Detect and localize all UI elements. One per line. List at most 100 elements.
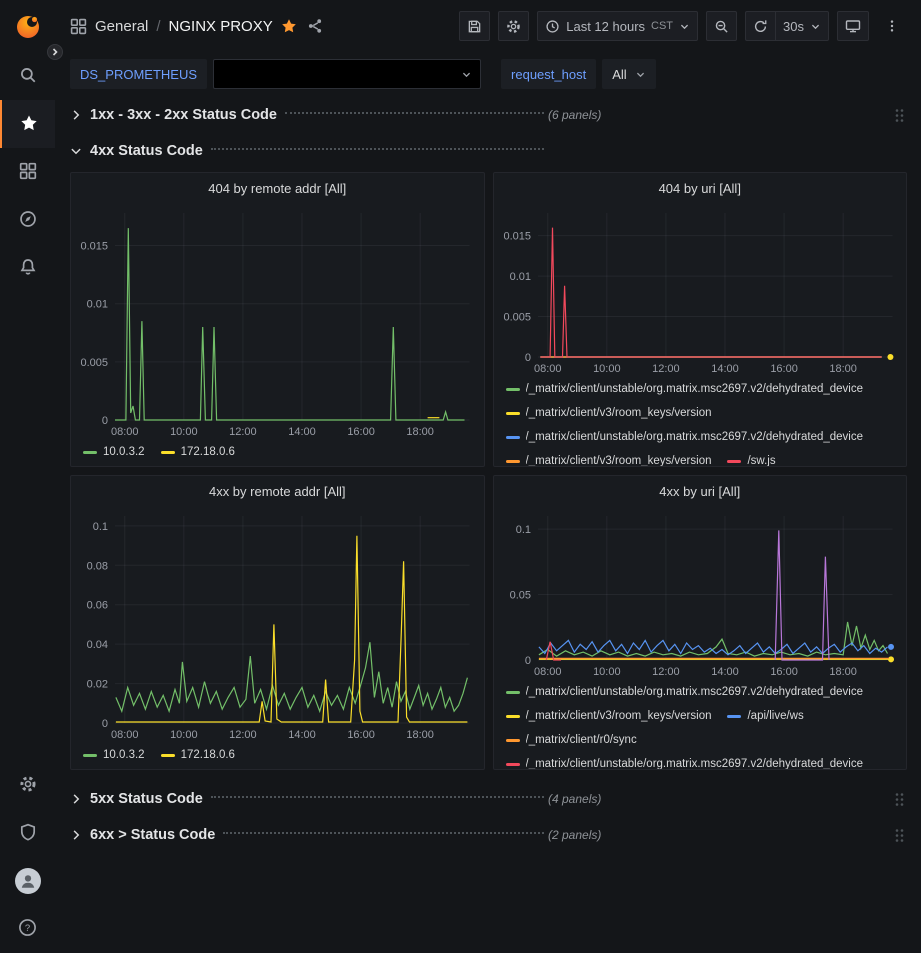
sidebar-item-alerting[interactable] bbox=[0, 244, 55, 292]
variable-request-host-value-dropdown[interactable]: All bbox=[602, 59, 655, 89]
svg-text:0.005: 0.005 bbox=[503, 312, 531, 324]
svg-text:0.015: 0.015 bbox=[503, 231, 531, 243]
legend-item[interactable]: /_matrix/client/v3/room_keys/version bbox=[506, 710, 712, 722]
legend-row: 10.0.3.2 172.18.0.6 bbox=[83, 440, 476, 464]
sidebar-expand-button[interactable] bbox=[47, 44, 63, 60]
star-icon bbox=[20, 114, 38, 135]
row-panel-count: (6 panels) bbox=[548, 108, 601, 122]
topbar-actions: Last 12 hours CST 30s bbox=[459, 11, 907, 41]
refresh-interval-picker[interactable]: 30s bbox=[775, 11, 829, 41]
legend-item[interactable]: /sw.js bbox=[727, 455, 775, 466]
legend-swatch bbox=[506, 763, 520, 766]
svg-text:14:00: 14:00 bbox=[288, 426, 316, 438]
save-dashboard-button[interactable] bbox=[459, 11, 490, 41]
breadcrumb-section[interactable]: General bbox=[95, 18, 148, 35]
clock-icon bbox=[545, 19, 560, 34]
breadcrumb-dashboard[interactable]: NGINX PROXY bbox=[169, 18, 273, 35]
panel-title[interactable]: 4xx by remote addr [All] bbox=[71, 476, 484, 506]
legend-item[interactable]: /_matrix/client/r0/sync bbox=[506, 734, 637, 746]
svg-text:08:00: 08:00 bbox=[111, 729, 139, 741]
legend-label: /_matrix/client/unstable/org.matrix.msc2… bbox=[526, 758, 864, 769]
svg-text:0.04: 0.04 bbox=[87, 639, 108, 651]
legend-item[interactable]: /api/live/ws bbox=[727, 710, 803, 722]
row-header-5xx[interactable]: 5xx Status Code (4 panels) bbox=[70, 784, 907, 814]
legend-label: /sw.js bbox=[747, 455, 775, 466]
svg-text:16:00: 16:00 bbox=[770, 666, 798, 678]
legend-item[interactable]: 10.0.3.2 bbox=[83, 446, 145, 458]
sidebar-item-help[interactable]: ? bbox=[0, 905, 55, 953]
legend-row: 10.0.3.2 172.18.0.6 bbox=[83, 743, 476, 767]
panel-chart[interactable]: 08:0010:0012:0014:0016:0018:0000.050.1 bbox=[494, 506, 907, 680]
grafana-logo[interactable] bbox=[0, 0, 55, 52]
sidebar-item-dashboards[interactable] bbox=[0, 148, 55, 196]
svg-text:0.06: 0.06 bbox=[87, 600, 108, 612]
drag-handle-icon[interactable] bbox=[891, 789, 907, 810]
panel-chart[interactable]: 08:0010:0012:0014:0016:0018:0000.0050.01… bbox=[494, 203, 907, 377]
panel-chart[interactable]: 08:0010:0012:0014:0016:0018:0000.0050.01… bbox=[71, 203, 484, 440]
kebab-menu-button[interactable] bbox=[877, 11, 907, 41]
svg-text:16:00: 16:00 bbox=[770, 363, 798, 375]
svg-text:0.1: 0.1 bbox=[93, 521, 108, 533]
dashboard-content: 1xx - 3xx - 2xx Status Code (6 panels) 4… bbox=[55, 96, 921, 953]
legend-row: /_matrix/client/v3/room_keys/version/sw.… bbox=[506, 449, 899, 466]
caret-down-icon bbox=[635, 69, 646, 80]
dashboard-settings-button[interactable] bbox=[498, 11, 529, 41]
legend-row: /_matrix/client/v3/room_keys/version bbox=[506, 401, 899, 425]
row-title: 4xx Status Code bbox=[90, 143, 203, 159]
legend-item[interactable]: /_matrix/client/v3/room_keys/version bbox=[506, 455, 712, 466]
dashboards-icon bbox=[19, 162, 37, 183]
share-icon[interactable] bbox=[307, 18, 323, 34]
svg-text:10:00: 10:00 bbox=[170, 729, 198, 741]
sidebar-item-search[interactable] bbox=[0, 52, 55, 100]
legend-item[interactable]: /_matrix/client/unstable/org.matrix.msc2… bbox=[506, 431, 864, 443]
legend-item[interactable]: /_matrix/client/unstable/org.matrix.msc2… bbox=[506, 758, 864, 769]
zoom-out-button[interactable] bbox=[706, 11, 737, 41]
svg-text:14:00: 14:00 bbox=[711, 363, 739, 375]
row-title: 1xx - 3xx - 2xx Status Code bbox=[90, 107, 277, 123]
panel-4xx-by-remote-addr: 4xx by remote addr [All] 08:0010:0012:00… bbox=[70, 475, 485, 770]
drag-handle-icon[interactable] bbox=[891, 825, 907, 846]
legend-swatch bbox=[727, 715, 741, 718]
breadcrumb-separator: / bbox=[156, 18, 160, 35]
legend-item[interactable]: 172.18.0.6 bbox=[161, 446, 235, 458]
legend-item[interactable]: 172.18.0.6 bbox=[161, 749, 235, 761]
legend-row: /_matrix/client/r0/sync bbox=[506, 728, 899, 752]
sidebar-item-profile[interactable] bbox=[0, 857, 55, 905]
legend-item[interactable]: /_matrix/client/v3/room_keys/version bbox=[506, 407, 712, 419]
panel-title[interactable]: 404 by remote addr [All] bbox=[71, 173, 484, 203]
dashboard-star-icon[interactable] bbox=[281, 18, 297, 34]
timezone-label: CST bbox=[651, 20, 673, 32]
refresh-button[interactable] bbox=[745, 11, 775, 41]
refresh-interval-label: 30s bbox=[783, 19, 804, 34]
legend-swatch bbox=[506, 715, 520, 718]
sidebar-item-explore[interactable] bbox=[0, 196, 55, 244]
row-header-4xx[interactable]: 4xx Status Code bbox=[70, 136, 907, 166]
variable-datasource-value-dropdown[interactable] bbox=[213, 59, 481, 89]
legend-item[interactable]: 10.0.3.2 bbox=[83, 749, 145, 761]
panel-title[interactable]: 4xx by uri [All] bbox=[494, 476, 907, 506]
server-admin-shield-icon bbox=[19, 823, 37, 844]
explore-compass-icon bbox=[19, 210, 37, 231]
tv-mode-button[interactable] bbox=[837, 11, 869, 41]
legend-swatch bbox=[506, 739, 520, 742]
time-range-picker[interactable]: Last 12 hours CST bbox=[537, 11, 698, 41]
sidebar-item-starred[interactable] bbox=[0, 100, 55, 148]
svg-text:18:00: 18:00 bbox=[829, 666, 857, 678]
sidebar-item-server-admin[interactable] bbox=[0, 809, 55, 857]
svg-text:18:00: 18:00 bbox=[406, 426, 434, 438]
legend-label: /_matrix/client/v3/room_keys/version bbox=[526, 455, 712, 466]
sidebar-item-configuration[interactable] bbox=[0, 761, 55, 809]
drag-handle-icon[interactable] bbox=[891, 105, 907, 126]
panel-chart[interactable]: 08:0010:0012:0014:0016:0018:0000.020.040… bbox=[71, 506, 484, 743]
row-header-1xx[interactable]: 1xx - 3xx - 2xx Status Code (6 panels) bbox=[70, 100, 907, 130]
svg-text:0: 0 bbox=[524, 352, 530, 364]
apps-grid-icon bbox=[70, 18, 87, 35]
legend-item[interactable]: /_matrix/client/unstable/org.matrix.msc2… bbox=[506, 686, 864, 698]
row-header-6xx[interactable]: 6xx > Status Code (2 panels) bbox=[70, 820, 907, 850]
legend-label: /_matrix/client/unstable/org.matrix.msc2… bbox=[526, 686, 864, 698]
time-range-label: Last 12 hours bbox=[566, 19, 645, 34]
panel-title[interactable]: 404 by uri [All] bbox=[494, 173, 907, 203]
row-dots bbox=[211, 796, 544, 798]
legend-item[interactable]: /_matrix/client/unstable/org.matrix.msc2… bbox=[506, 383, 864, 395]
panel-legend: 10.0.3.2 172.18.0.6 bbox=[71, 743, 484, 769]
